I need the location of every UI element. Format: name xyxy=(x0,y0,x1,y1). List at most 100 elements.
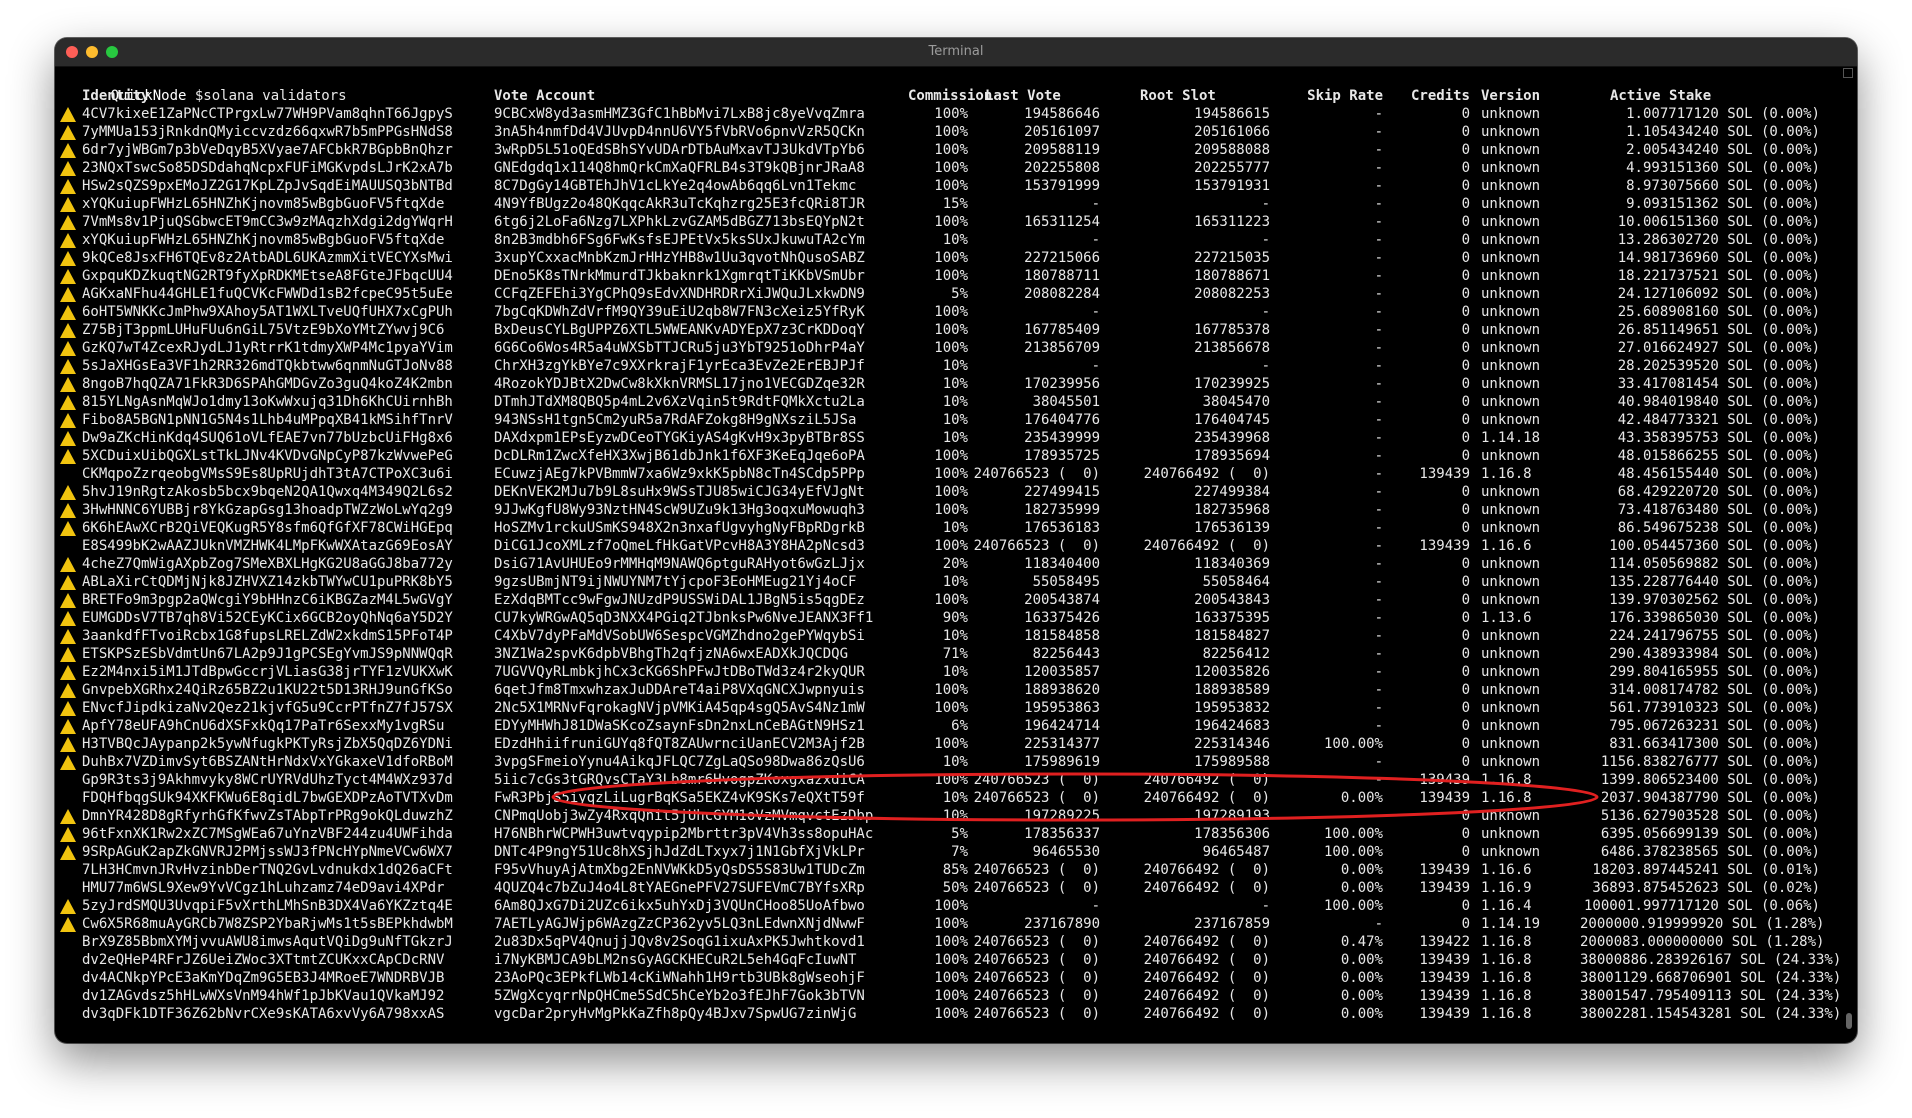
cell-skip-rate: - xyxy=(1374,700,1383,716)
cell-root-slot: 240766492 ( 0) xyxy=(1143,934,1270,950)
table-row: 5sJaXHGsEa3VF1h2RR326mdTQkbtww6qnmNuGTJo… xyxy=(60,357,1830,375)
cell-active-stake: 26.851149651 SOL (0.00%) xyxy=(1617,322,1820,338)
cell-root-slot: 208082253 xyxy=(1194,286,1270,302)
cell-commission: 10% xyxy=(942,808,968,824)
cell-active-stake: 10.006151360 SOL (0.00%) xyxy=(1617,214,1820,230)
cell-active-stake: 9.093151362 SOL (0.00%) xyxy=(1626,196,1820,212)
table-row: dv2eQHeP4RFrJZ6UeiZWoc3XTtmtZCUKxxCApCDc… xyxy=(60,951,1841,969)
table-row: DmnYR428D8gRfyrhGfKfwvZsTAbpTrPRg9okQLdu… xyxy=(60,807,1830,825)
table-row: 6oHT5WNKKcJmPhw9XAhoy5AT1WXLTveUQfUHX7xC… xyxy=(60,303,1830,321)
cell-vote-account: 3nA5h4nmfDd4VJUvpD4nnU6VY5fVbRVo6pnvVzR5… xyxy=(494,124,865,140)
cell-last-vote: 197289225 xyxy=(1024,808,1100,824)
scrollbar[interactable] xyxy=(1843,68,1855,1039)
cell-identity: 23NQxTswcSo85DSDdahqNcpxFUFiMGKvpdsLJrK2… xyxy=(82,160,453,176)
cell-active-stake: 561.773910323 SOL (0.00%) xyxy=(1609,700,1820,716)
cell-commission: 100% xyxy=(934,700,968,716)
cell-skip-rate: 0.00% xyxy=(1340,880,1383,896)
cell-skip-rate: - xyxy=(1374,502,1383,518)
warning-icon xyxy=(60,827,76,843)
warning-triangle xyxy=(60,215,76,230)
cell-commission: 100% xyxy=(934,772,968,788)
table-row: dv1ZAGvdsz5hHLwWXsVnM94hWf1pJbKVau1QVkaM… xyxy=(60,987,1841,1005)
cell-credits: 139439 xyxy=(1419,772,1470,788)
cell-credits: 0 xyxy=(1461,844,1470,860)
warning-triangle xyxy=(60,161,76,176)
scroll-thumb[interactable] xyxy=(1846,1013,1852,1029)
cell-skip-rate: - xyxy=(1374,196,1383,212)
warning-triangle xyxy=(60,107,76,122)
cell-commission: 10% xyxy=(942,520,968,536)
table-row: CKMqpoZzrqeobgVMsS9Es8UpRUjdhT3tA7CTPoXC… xyxy=(60,465,1830,483)
table-row: 8ngoB7hqQZA71FkR3D6SPAhGMDGvZo3guQ4koZ4K… xyxy=(60,375,1830,393)
warning-icon xyxy=(60,737,76,753)
cell-vote-account: 2Nc5X1MRNvFqrokagNVjpVMKiA45qp4sgQ5AvS4N… xyxy=(494,700,865,716)
scroll-up-arrow[interactable] xyxy=(1843,68,1853,78)
cell-root-slot: 213856678 xyxy=(1194,340,1270,356)
cell-vote-account: GNEdgdq1x114Q8hmQrkCmXaQFRLB4s3T9kQBjnrJ… xyxy=(494,160,865,176)
table-row: ABLaXirCtQDMjNjk8JZHVXZ14zkbTWYwCU1puPRK… xyxy=(60,573,1830,591)
warning-icon xyxy=(60,503,76,519)
table-row: Cw6X5R68muAyGRCb7W8ZSP2YbaRjwMs1t5sBEPkh… xyxy=(60,915,1830,933)
cell-skip-rate: 100.00% xyxy=(1323,844,1383,860)
cell-vote-account: 6tg6j2LoFa6Nzg7LXPhkLzvGZAM5dBGZ713bsEQY… xyxy=(494,214,865,230)
cell-active-stake: 25.608908160 SOL (0.00%) xyxy=(1617,304,1820,320)
cell-identity: 9SRpAGuK2apZkGNVRJ2PMjssWJ3fPNcHYpNmeVCw… xyxy=(82,844,453,860)
cell-skip-rate: - xyxy=(1374,628,1383,644)
cell-root-slot: 182735968 xyxy=(1194,502,1270,518)
cell-skip-rate: - xyxy=(1374,772,1383,788)
cell-vote-account: DiCG1JcoXMLzf7oQmeLfHkGatVPcvH8A3Y8HA2pN… xyxy=(494,538,865,554)
cell-credits: 0 xyxy=(1461,340,1470,356)
warning-icon xyxy=(60,575,76,591)
cell-version: 1.16.6 xyxy=(1481,538,1532,554)
terminal-output[interactable]: QuickNode $solana validators Identity Vo… xyxy=(60,69,1841,1039)
cell-commission: 71% xyxy=(942,646,968,662)
cell-commission: 10% xyxy=(942,394,968,410)
cell-commission: 100% xyxy=(934,106,968,122)
cell-credits: 139439 xyxy=(1419,466,1470,482)
warning-triangle xyxy=(60,809,76,824)
cell-version: unknown xyxy=(1481,340,1541,356)
cell-vote-account: F95vVhuyAjAtmXbg2EnNVWKkD5yQsDS5S83Uw1TU… xyxy=(494,862,865,878)
cell-root-slot: 165311223 xyxy=(1194,214,1270,230)
cell-root-slot: 176404745 xyxy=(1194,412,1270,428)
cell-identity: CKMqpoZzrqeobgVMsS9Es8UpRUjdhT3tA7CTPoXC… xyxy=(82,466,453,482)
cell-vote-account: 4RozokYDJBtX2DwCw8kXknVRMSL17jno1VECGDZq… xyxy=(494,376,865,392)
cell-version: unknown xyxy=(1481,628,1541,644)
cell-vote-account: 23AoPQc3EPkfLWb14cKiWNahh1H9rtb3UBk8gWse… xyxy=(494,970,865,986)
header-credits: Credits xyxy=(1410,88,1470,104)
cell-commission: 100% xyxy=(934,898,968,914)
cell-skip-rate: - xyxy=(1374,160,1383,176)
warning-icon xyxy=(60,395,76,411)
cell-commission: 10% xyxy=(942,790,968,806)
cell-last-vote: 178356337 xyxy=(1024,826,1100,842)
warning-icon xyxy=(60,431,76,447)
cell-commission: 85% xyxy=(942,862,968,878)
table-row: BRETFo9m3pgp2aQWcgiY9bHHnzC6iKBGZazM4L5w… xyxy=(60,591,1830,609)
cell-identity: GxpquKDZkuqtNG2RT9fyXpRDKMEtseA8FGteJFbq… xyxy=(82,268,453,284)
cell-vote-account: 9gzsUBmjNT9ijNWUYNM7tYjcpoF3EoHMEug21Yj4… xyxy=(494,574,857,590)
cell-vote-account: EDzdHhiifruniGUYq8fQT8ZAUwrnciUanECV2M3A… xyxy=(494,736,865,752)
cell-last-vote: 118340400 xyxy=(1024,556,1100,572)
cell-credits: 0 xyxy=(1461,268,1470,284)
cell-commission: 100% xyxy=(934,970,968,986)
cell-last-vote: 227215066 xyxy=(1024,250,1100,266)
cell-commission: 100% xyxy=(934,736,968,752)
cell-version: 1.16.6 xyxy=(1481,862,1532,878)
cell-identity: 9kQCe8JsxFH6TQEv8z2AtbADL6UKAzmmXitVECYX… xyxy=(82,250,453,266)
cell-identity: 7LH3HCmvnJRvHvzinbDerTNQ2GvLvdnukdx1dQ26… xyxy=(82,862,453,878)
warning-icon xyxy=(60,341,76,357)
cell-active-stake: 2000000.919999920 SOL (1.28%) xyxy=(1580,916,1825,932)
cell-active-stake: 2000083.000000000 SOL (1.28%) xyxy=(1580,934,1825,950)
cell-skip-rate: 0.00% xyxy=(1340,790,1383,806)
cell-root-slot: 175989588 xyxy=(1194,754,1270,770)
cell-identity: Z75BjT3ppmLUHuFUu6nGiL75VtzE9bXoYMtZYwvj… xyxy=(82,322,445,338)
warning-triangle xyxy=(60,197,76,212)
cell-vote-account: DAXdxpm1EPsEyzwDCeoTYGKiyAS4gKvH9x3pyBTB… xyxy=(494,430,865,446)
cell-commission: 100% xyxy=(934,250,968,266)
warning-icon xyxy=(60,485,76,501)
warning-icon xyxy=(60,755,76,771)
cell-commission: 50% xyxy=(942,880,968,896)
cell-skip-rate: - xyxy=(1374,574,1383,590)
window-title: Terminal xyxy=(928,44,984,59)
cell-identity: dv1ZAGvdsz5hHLwWXsVnM94hWf1pJbKVau1QVkaM… xyxy=(82,988,445,1004)
